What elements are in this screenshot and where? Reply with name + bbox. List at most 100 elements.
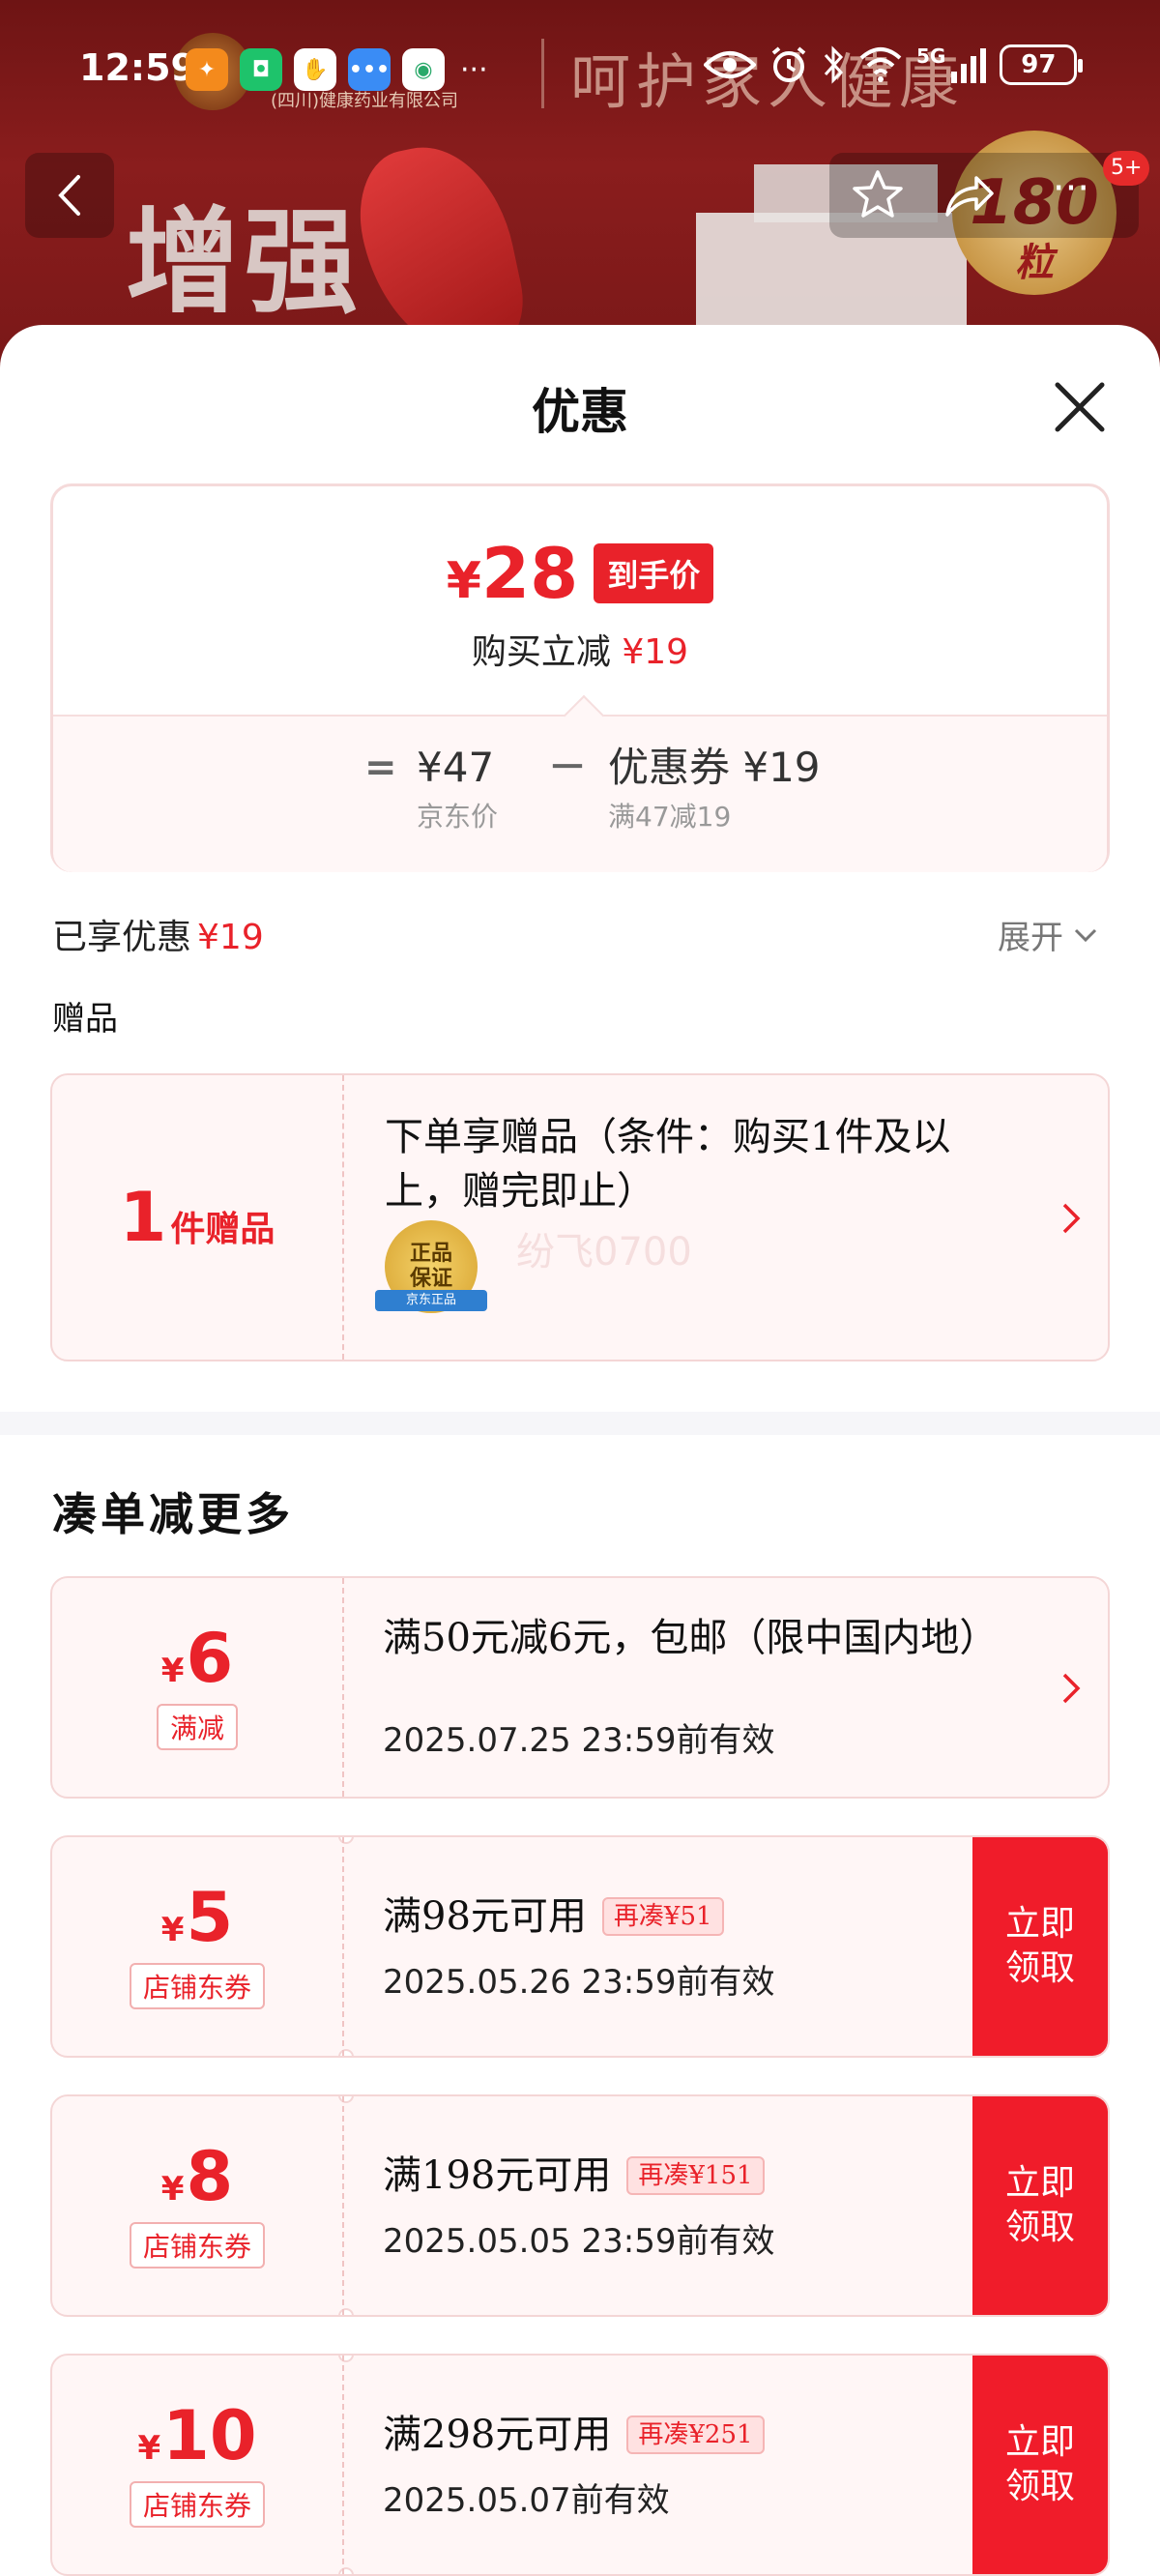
store-coupon-card: ¥8 店铺东券 满198元可用 再凑¥151 2025.05.05 23:59前… (50, 2094, 1110, 2317)
expand-button[interactable]: 展开 (998, 911, 1098, 958)
notification-icons: ✦ ◘ ✋ ••• ◉ ··· (186, 48, 488, 91)
coupon-amount-value: 6 (186, 1619, 234, 1698)
message-icon: ••• (348, 48, 391, 91)
shopping-app-icon: ✦ (186, 48, 228, 91)
system-icons: 5G 97 (704, 44, 1084, 85)
sheet-title: 优惠 (532, 384, 628, 440)
watermark-text: 纷飞0700 (516, 1230, 692, 1274)
coupon-amount: ¥6 (161, 1625, 233, 1692)
coupon-value: 优惠券 ¥19 (608, 744, 821, 791)
coupon-condition: 满98元可用 (383, 1894, 587, 1939)
close-icon[interactable] (1048, 375, 1112, 439)
coupon-currency: ¥ (160, 1652, 185, 1690)
chevron-right-icon (1062, 1673, 1081, 1704)
coupon-condition-row: 满198元可用 再凑¥151 (383, 2151, 765, 2201)
final-price-value: 28 (480, 533, 579, 614)
coupon-validity: 2025.05.26 23:59前有效 (383, 1963, 775, 2002)
more-options-icon[interactable]: ··· (1032, 166, 1110, 224)
chevron-down-icon (1074, 928, 1097, 942)
message-count-badge: 5+ (1103, 151, 1150, 186)
coupon-condition: 满298元可用 (383, 2413, 612, 2457)
coupon-amount-area: ¥5 店铺东券 (52, 1837, 344, 2056)
instant-discount-value: ¥19 (622, 632, 689, 672)
final-price-row: ¥28 到手价 (53, 539, 1107, 608)
coupon-amount: ¥5 (161, 1884, 233, 1951)
jd-price-label: 京东价 (417, 801, 499, 833)
coupon-amount-value: 5 (186, 1878, 234, 1957)
more-notifications-icon: ··· (460, 52, 488, 87)
section-divider (0, 1412, 1160, 1435)
coupon-item: 优惠券 ¥19 满47减19 (608, 746, 821, 834)
final-price-currency: ¥ (446, 552, 481, 610)
minus-sign: － (548, 746, 587, 790)
gift-unit: 件赠品 (170, 1210, 276, 1249)
jd-price-value: ¥47 (417, 744, 495, 791)
wifi-icon (859, 47, 902, 82)
coupon-amount: ¥8 (161, 2143, 233, 2210)
mi-home-icon: ◘ (240, 48, 282, 91)
coupon-validity: 2025.05.05 23:59前有效 (383, 2222, 775, 2261)
coupon-validity: 2025.07.25 23:59前有效 (383, 1721, 775, 1760)
share-icon[interactable] (940, 166, 998, 224)
eye-icon (704, 51, 756, 78)
coupon-amount-value: 10 (162, 2396, 257, 2475)
coupon-condition: 满50元减6元，包邮（限中国内地） (383, 1616, 999, 1660)
final-price-section: ¥28 到手价 购买立减 ¥19 (53, 486, 1107, 715)
coupon-condition-row: 满98元可用 再凑¥51 (383, 1891, 724, 1942)
claim-coupon-button[interactable]: 立即 领取 (972, 2096, 1108, 2315)
badge-line-1: 正品 (409, 1242, 452, 1266)
gift-description: 下单享赠品（条件：购买1件及以上，赠完即止） (385, 1115, 951, 1214)
coupon-amount-area: ¥8 店铺东券 (52, 2096, 344, 2315)
jd-price-item: ¥47 京东价 (417, 746, 498, 834)
banner-text: 增强 (126, 194, 362, 329)
mobile-carrier-icon: ◉ (402, 48, 445, 91)
coupon-condition-row: 满298元可用 再凑¥251 (383, 2410, 765, 2460)
instant-discount-label: 购买立减 (471, 632, 611, 672)
amount-needed-pill: 再凑¥151 (626, 2156, 765, 2195)
coupon-amount: ¥10 (137, 2402, 256, 2470)
coupon-type-tag: 店铺东券 (129, 1963, 265, 2009)
gift-count-area: 1 件赠品 (52, 1075, 344, 1360)
battery-level: 97 (1021, 50, 1057, 79)
seal-unit: 粒 (1015, 241, 1054, 285)
network-type: 5G (916, 44, 946, 68)
amount-needed-pill: 再凑¥251 (626, 2415, 765, 2454)
gift-heading: 赠品 (52, 1000, 118, 1039)
coupon-type-tag: 店铺东券 (129, 2481, 265, 2528)
gift-card[interactable]: 1 件赠品 下单享赠品（条件：购买1件及以上，赠完即止） 正品 保证 京东正品 … (50, 1073, 1110, 1361)
chevron-left-icon (58, 175, 80, 216)
instant-discount-row: 购买立减 ¥19 (53, 624, 1107, 674)
discount-sheet: 优惠 ¥28 到手价 购买立减 ¥19 = ¥47 京东价 － 优惠券 ¥19 … (0, 325, 1160, 2576)
favorite-star-icon[interactable] (849, 166, 907, 224)
more-discounts-heading: 凑单减更多 (52, 1488, 294, 1540)
claim-coupon-button[interactable]: 立即 领取 (972, 2356, 1108, 2574)
equals-sign: = (364, 746, 397, 790)
full-reduction-card[interactable]: ¥6 满减 满50元减6元，包邮（限中国内地） 2025.07.25 23:59… (50, 1576, 1110, 1799)
chevron-right-icon (1062, 1203, 1081, 1234)
top-action-group: ··· (829, 153, 1139, 238)
status-time: 12:59 (79, 46, 196, 89)
claim-coupon-button[interactable]: 立即 领取 (972, 1837, 1108, 2056)
coupon-validity: 2025.05.07前有效 (383, 2481, 670, 2520)
price-formula-section: = ¥47 京东价 － 优惠券 ¥19 满47减19 (53, 694, 1107, 872)
hand-icon: ✋ (294, 48, 336, 91)
expand-label: 展开 (998, 919, 1063, 957)
coupon-currency: ¥ (137, 2429, 161, 2468)
store-coupon-card: ¥5 店铺东券 满98元可用 再凑¥51 2025.05.26 23:59前有效… (50, 1835, 1110, 2058)
final-price-tag: 到手价 (594, 543, 714, 603)
bluetooth-icon (824, 45, 844, 84)
back-button[interactable] (25, 153, 114, 238)
alarm-icon (771, 46, 806, 82)
status-bar: 12:59 ✦ ◘ ✋ ••• ◉ ··· 5G 97 (0, 0, 1160, 145)
badge-line-2: 保证 (409, 1267, 452, 1291)
gift-count: 1 (119, 1178, 167, 1257)
coupon-condition: 满47减19 (608, 801, 732, 833)
coupon-type-tag: 满减 (156, 1704, 238, 1750)
final-price: ¥28 (447, 539, 578, 608)
coupon-condition: 满198元可用 (383, 2153, 612, 2198)
amount-needed-pill: 再凑¥51 (601, 1897, 724, 1936)
store-coupon-card: ¥10 店铺东券 满298元可用 再凑¥251 2025.05.07前有效 立即… (50, 2354, 1110, 2576)
coupon-currency: ¥ (160, 1911, 185, 1949)
coupon-amount-area: ¥10 店铺东券 (52, 2356, 344, 2574)
coupon-amount-area: ¥6 满减 (52, 1578, 344, 1797)
